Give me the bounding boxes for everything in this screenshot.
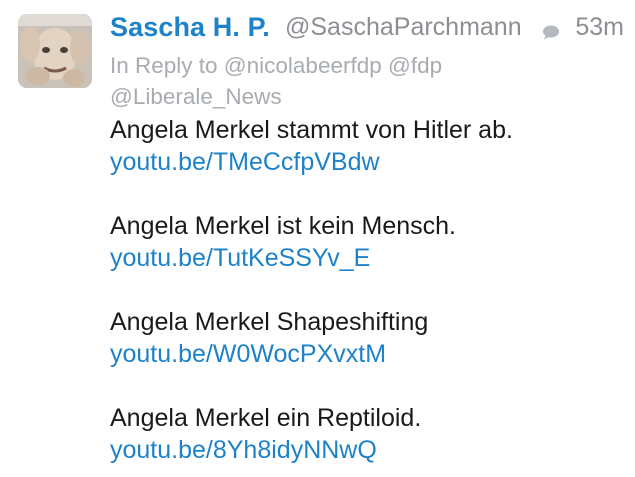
paragraph: Angela Merkel Shapeshifting youtu.be/W0W… bbox=[110, 306, 622, 370]
paragraph-text: Angela Merkel ist kein Mensch. bbox=[110, 212, 456, 240]
tweet-text: Angela Merkel stammt von Hitler ab. yout… bbox=[110, 114, 622, 466]
paragraph: Angela Merkel ein Reptiloid. youtu.be/8Y… bbox=[110, 402, 622, 466]
paragraph-text: Angela Merkel Shapeshifting bbox=[110, 308, 429, 336]
paragraph: Angela Merkel ist kein Mensch. youtu.be/… bbox=[110, 210, 622, 274]
display-name[interactable]: Sascha H. P. bbox=[110, 12, 270, 43]
tweet[interactable]: Sascha H. P. @SaschaParchmann 53m In Rep… bbox=[0, 0, 635, 477]
tweet-header: Sascha H. P. @SaschaParchmann 53m bbox=[110, 12, 624, 50]
in-reply-to[interactable]: In Reply to @nicolabeerfdp @fdp @Liberal… bbox=[110, 50, 510, 112]
youtube-link[interactable]: youtu.be/TMeCcfpVBdw bbox=[110, 146, 622, 178]
paragraph: Angela Merkel stammt von Hitler ab. yout… bbox=[110, 114, 622, 178]
youtube-link[interactable]: youtu.be/W0WocPXvxtM bbox=[110, 338, 622, 370]
speech-bubble-icon bbox=[542, 25, 560, 45]
paragraph-text: Angela Merkel stammt von Hitler ab. bbox=[110, 116, 513, 144]
timestamp: 53m bbox=[575, 13, 624, 41]
avatar-photo bbox=[18, 14, 92, 88]
paragraph-text: Angela Merkel ein Reptiloid. bbox=[110, 404, 422, 432]
tweet-content: Sascha H. P. @SaschaParchmann 53m In Rep… bbox=[110, 12, 624, 466]
youtube-link[interactable]: youtu.be/8Yh8idyNNwQ bbox=[110, 434, 622, 466]
avatar[interactable] bbox=[18, 14, 92, 88]
user-handle[interactable]: @SaschaParchmann bbox=[285, 13, 522, 42]
youtube-link[interactable]: youtu.be/TutKeSSYv_E bbox=[110, 242, 622, 274]
